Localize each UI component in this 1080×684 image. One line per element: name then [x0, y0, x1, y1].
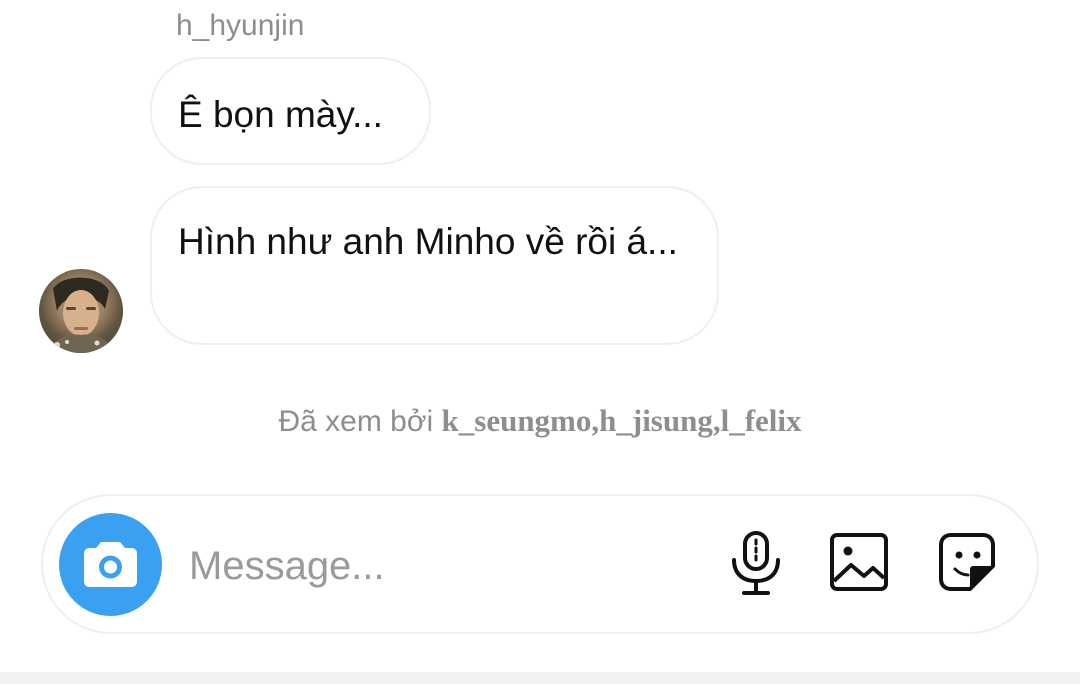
avatar-image: [39, 269, 123, 353]
gallery-button[interactable]: [827, 530, 897, 600]
seen-by-names: k_seungmo,h_jisung,l_felix: [441, 403, 802, 438]
camera-icon: [84, 542, 137, 587]
gallery-icon: [830, 533, 888, 591]
message-composer: [41, 494, 1039, 634]
avatar[interactable]: [39, 269, 123, 353]
camera-button[interactable]: [59, 513, 162, 616]
microphone-icon: [732, 531, 780, 595]
voice-message-button[interactable]: [721, 530, 791, 600]
sticker-button[interactable]: [934, 530, 1004, 600]
sender-name: h_hyunjin: [176, 9, 305, 42]
message-text: Ê bọn mày...: [178, 94, 383, 135]
seen-by-status: Đã xem bởi k_seungmo,h_jisung,l_felix: [0, 402, 1080, 441]
seen-by-prefix: Đã xem bởi: [278, 405, 442, 438]
message-text: Hình như anh Minho về rồi á...: [178, 221, 678, 262]
bottom-divider: [0, 672, 1080, 684]
message-bubble[interactable]: Hình như anh Minho về rồi á...: [150, 186, 719, 345]
message-input[interactable]: [189, 542, 709, 590]
message-bubble[interactable]: Ê bọn mày...: [150, 57, 431, 165]
sticker-icon: [939, 533, 995, 591]
